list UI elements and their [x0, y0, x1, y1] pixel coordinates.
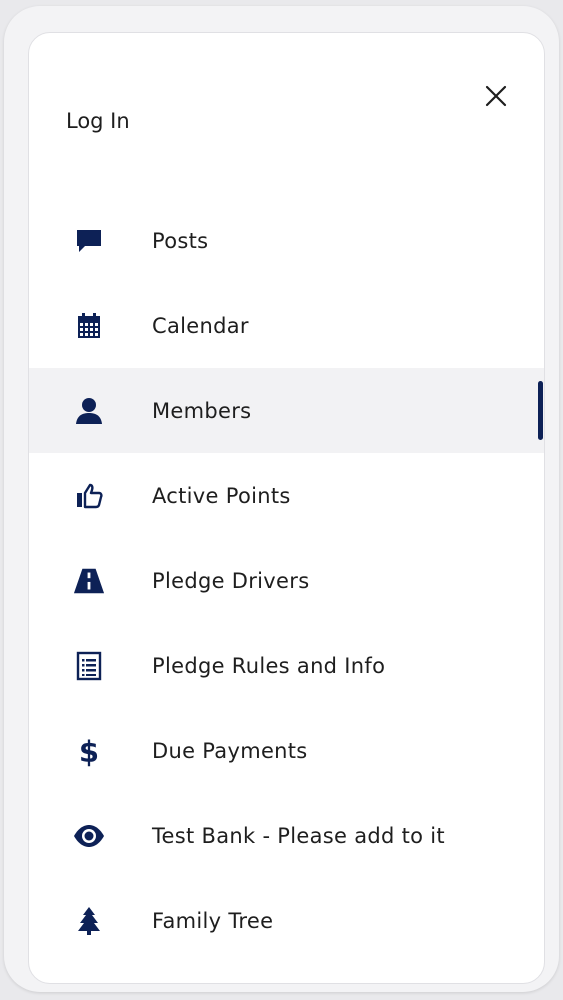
menu-item-label: Calendar	[152, 313, 249, 338]
menu-item-pledge-drivers[interactable]: Pledge Drivers	[29, 538, 544, 623]
person-icon	[73, 395, 105, 427]
menu-item-label: Test Bank - Please add to it	[152, 823, 445, 848]
thumbs-up-icon	[73, 480, 105, 512]
active-indicator	[538, 381, 543, 440]
menu-item-label: Active Points	[152, 483, 291, 508]
nav-menu: Posts Calendar Members Active Points Ple…	[29, 198, 544, 963]
menu-item-posts[interactable]: Posts	[29, 198, 544, 283]
device-frame: Log In Posts Calendar Members Active Poi…	[4, 6, 559, 992]
dollar-icon: $	[73, 735, 105, 767]
menu-item-label: Posts	[152, 228, 209, 253]
eye-icon	[73, 820, 105, 852]
menu-item-members[interactable]: Members	[29, 368, 544, 453]
menu-item-calendar[interactable]: Calendar	[29, 283, 544, 368]
menu-item-label: Due Payments	[152, 738, 308, 763]
tree-icon	[73, 905, 105, 937]
road-icon	[73, 565, 105, 597]
navigation-drawer: Log In Posts Calendar Members Active Poi…	[28, 32, 545, 984]
menu-item-label: Pledge Drivers	[152, 568, 310, 593]
menu-item-due-payments[interactable]: $ Due Payments	[29, 708, 544, 793]
menu-item-active-points[interactable]: Active Points	[29, 453, 544, 538]
chat-bubble-icon	[73, 225, 105, 257]
calendar-icon	[73, 310, 105, 342]
menu-item-family-tree[interactable]: Family Tree	[29, 878, 544, 963]
menu-item-test-bank[interactable]: Test Bank - Please add to it	[29, 793, 544, 878]
menu-item-label: Family Tree	[152, 908, 274, 933]
close-icon[interactable]	[481, 81, 511, 111]
menu-item-label: Pledge Rules and Info	[152, 653, 386, 678]
svg-text:$: $	[79, 735, 99, 767]
login-link[interactable]: Log In	[66, 109, 130, 133]
menu-item-label: Members	[152, 398, 252, 423]
list-document-icon	[73, 650, 105, 682]
menu-item-pledge-rules[interactable]: Pledge Rules and Info	[29, 623, 544, 708]
